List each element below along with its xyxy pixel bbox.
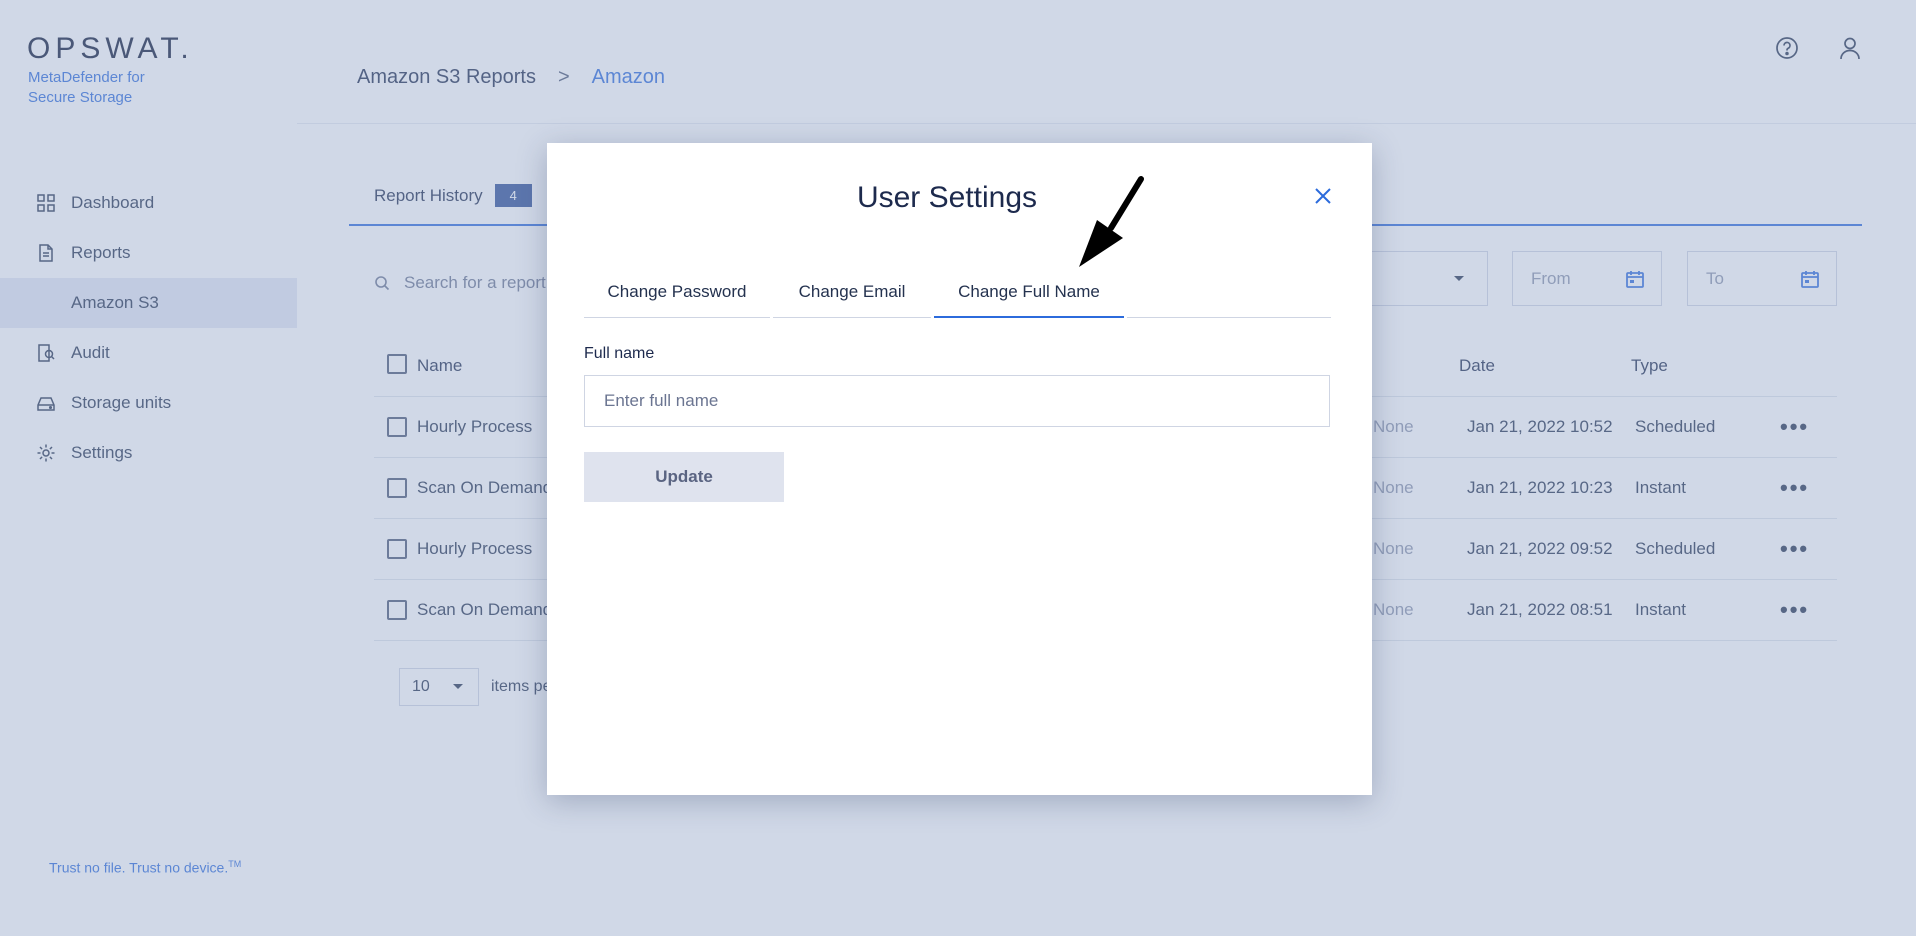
tab-change-full-name[interactable]: Change Full Name <box>934 267 1124 318</box>
user-settings-modal: User Settings Change Password Change Ema… <box>547 143 1372 795</box>
tab-change-password[interactable]: Change Password <box>584 267 770 318</box>
annotation-arrow-icon <box>1079 176 1144 267</box>
tab-change-email[interactable]: Change Email <box>773 267 931 318</box>
full-name-label: Full name <box>584 345 655 362</box>
close-icon[interactable] <box>1310 183 1336 209</box>
modal-title: User Settings <box>856 181 1038 214</box>
update-button[interactable]: Update <box>584 452 784 502</box>
full-name-input[interactable] <box>584 375 1330 427</box>
settings-tabs: Change Password Change Email Change Full… <box>584 267 1331 318</box>
tab-underline-filler <box>1127 267 1331 318</box>
